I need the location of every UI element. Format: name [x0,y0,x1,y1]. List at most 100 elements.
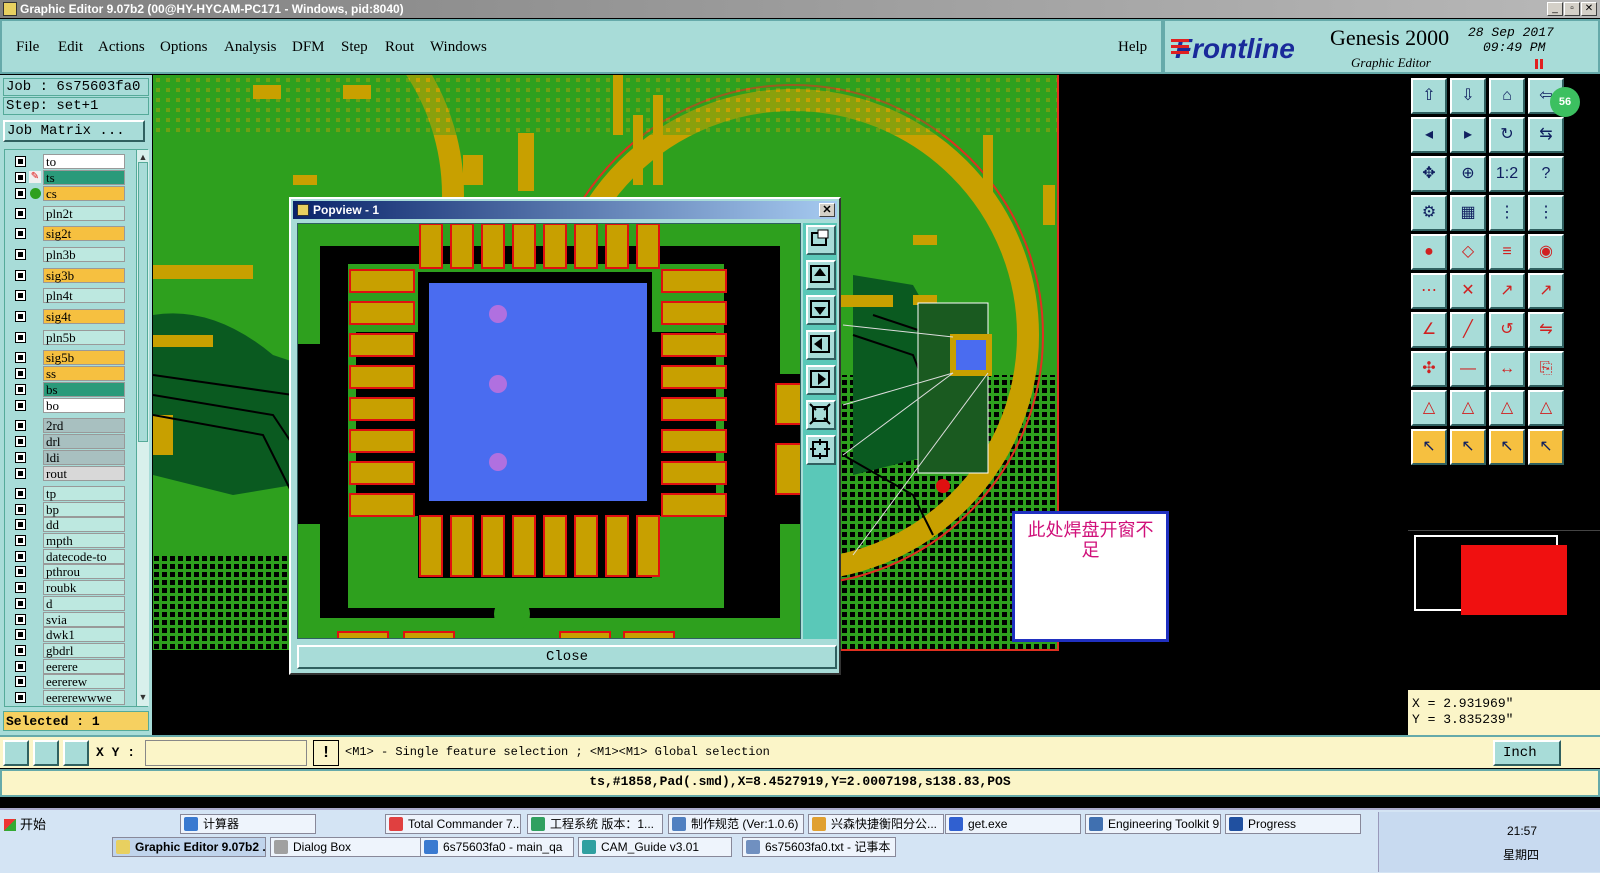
tool-move-icon[interactable]: ✣ [1411,351,1447,387]
tool-dash-icon[interactable]: — [1450,351,1486,387]
tool-help-icon[interactable]: ? [1528,156,1564,192]
layer-row-pln3b[interactable]: pln3b [13,247,127,262]
task-item[interactable]: Dialog Box [270,837,424,857]
tool-measure-icon[interactable]: ↔ [1489,351,1525,387]
pan-up-icon[interactable] [806,260,836,290]
popview-close-icon[interactable]: ✕ [819,203,835,217]
tool-one-to-one-icon[interactable]: 1:2 [1489,156,1525,192]
layer-row-datecode-to[interactable]: datecode-to [13,549,127,564]
tool-warn-a-icon[interactable]: △ [1411,390,1447,426]
menu-edit[interactable]: Edit [58,39,83,56]
layer-name[interactable]: sig4t [43,309,125,324]
tool-select-c-icon[interactable]: ↖ [1489,429,1525,465]
layer-checkbox[interactable] [15,598,26,609]
task-item[interactable]: 制作规范 (Ver:1.0.6) [668,814,804,834]
layer-name[interactable]: bp [43,502,125,517]
tool-grid-icon[interactable]: ▦ [1450,195,1486,231]
layer-checkbox[interactable] [15,519,26,530]
layer-name[interactable]: dwk1 [43,627,125,642]
tool-connect-icon[interactable]: ⋯ [1411,273,1447,309]
tool-snap-icon[interactable]: ⇆ [1528,117,1564,153]
task-item[interactable]: get.exe [945,814,1081,834]
task-item[interactable]: 工程系统 版本：1... [527,814,663,834]
menu-actions[interactable]: Actions [98,39,145,56]
tool-redraw-icon[interactable]: ↻ [1489,117,1525,153]
layer-checkbox[interactable] [15,290,26,301]
tool-line-a-icon[interactable]: ↗ [1489,273,1525,309]
tool-angle-icon[interactable]: ∠ [1411,312,1447,348]
layer-name[interactable]: sig5b [43,350,125,365]
grid-icon[interactable] [63,740,89,766]
start-button[interactable]: 开始 [2,814,58,836]
layer-row-ldi[interactable]: ldi [13,450,127,465]
layer-row-bp[interactable]: bp [13,502,127,517]
layer-name[interactable]: ss [43,366,125,381]
layer-row-2rd[interactable]: 2rd [13,418,127,433]
layer-checkbox[interactable] [15,172,26,183]
layer-row-pln4t[interactable]: pln4t [13,288,127,303]
layer-name[interactable]: gbdrl [43,643,125,658]
tool-pan-left-icon[interactable]: ◂ [1411,117,1447,153]
layer-checkbox[interactable] [15,436,26,447]
task-item[interactable]: 兴森快捷衡阳分公... [808,814,944,834]
pause-icon[interactable] [1535,59,1538,69]
layer-row-svia[interactable]: svia [13,612,127,627]
layer-name[interactable]: bo [43,398,125,413]
tool-layer-b-icon[interactable]: ⋮ [1528,195,1564,231]
layer-checkbox[interactable] [15,352,26,363]
tool-slash-icon[interactable]: ╱ [1450,312,1486,348]
layer-name[interactable]: rout [43,466,125,481]
tool-warn-c-icon[interactable]: △ [1489,390,1525,426]
layer-checkbox[interactable] [15,535,26,546]
layer-row-dwk1[interactable]: dwk1 [13,627,127,642]
overview-viewport[interactable] [1461,545,1567,615]
layer-row-sig3b[interactable]: sig3b [13,268,127,283]
layer-checkbox[interactable] [15,311,26,322]
layer-row-tp[interactable]: tp [13,486,127,501]
tool-line-b-icon[interactable]: ↗ [1528,273,1564,309]
tool-select-d-icon[interactable]: ↖ [1528,429,1564,465]
layer-row-to[interactable]: to [13,154,127,169]
task-item[interactable]: Graphic Editor 9.07b2 ... [112,837,266,857]
scroll-down-icon[interactable]: ▼ [138,692,148,702]
layer-row-eerere[interactable]: eerere [13,659,127,674]
layer-row-eererewwwe[interactable]: eererewwwe [13,690,127,705]
menu-help[interactable]: Help [1118,39,1147,56]
layer-name[interactable]: eererew [43,674,125,689]
layer-checkbox[interactable] [15,629,26,640]
measure-icon[interactable] [33,740,59,766]
layer-name[interactable]: svia [43,612,125,627]
xy-input[interactable] [145,740,307,766]
pan-left-icon[interactable] [806,330,836,360]
layer-checkbox[interactable] [15,249,26,260]
layer-checkbox[interactable] [15,645,26,656]
layer-checkbox[interactable] [15,420,26,431]
snap-icon[interactable] [3,740,29,766]
layer-row-drl[interactable]: drl [13,434,127,449]
layer-checkbox[interactable] [15,384,26,395]
layer-name[interactable]: pln5b [43,330,125,345]
task-item[interactable]: CAM_Guide v3.01 [578,837,732,857]
menu-dfm[interactable]: DFM [292,39,325,56]
layer-name[interactable]: d [43,596,125,611]
layer-row-ts[interactable]: ts ✎ [13,170,127,185]
layer-name[interactable]: 2rd [43,418,125,433]
menu-step[interactable]: Step [341,39,368,56]
units-selector[interactable]: Inch [1493,740,1561,766]
layer-row-pln5b[interactable]: pln5b [13,330,127,345]
layer-row-pthrou[interactable]: pthrou [13,564,127,579]
layer-checkbox[interactable] [15,692,26,703]
layer-checkbox[interactable] [15,468,26,479]
layer-row-sig5b[interactable]: sig5b [13,350,127,365]
tool-home-icon[interactable]: ⌂ [1489,78,1525,114]
tool-select-icon[interactable]: ↖ [1411,429,1447,465]
layer-checkbox[interactable] [15,208,26,219]
layer-name[interactable]: sig2t [43,226,125,241]
menu-options[interactable]: Options [160,39,208,56]
tool-rotate-icon[interactable]: ↺ [1489,312,1525,348]
layer-checkbox[interactable] [15,332,26,343]
tool-cross-icon[interactable]: ✕ [1450,273,1486,309]
layer-row-ss[interactable]: ss [13,366,127,381]
scroll-thumb[interactable] [138,162,148,442]
tool-center-icon[interactable]: ⊕ [1450,156,1486,192]
